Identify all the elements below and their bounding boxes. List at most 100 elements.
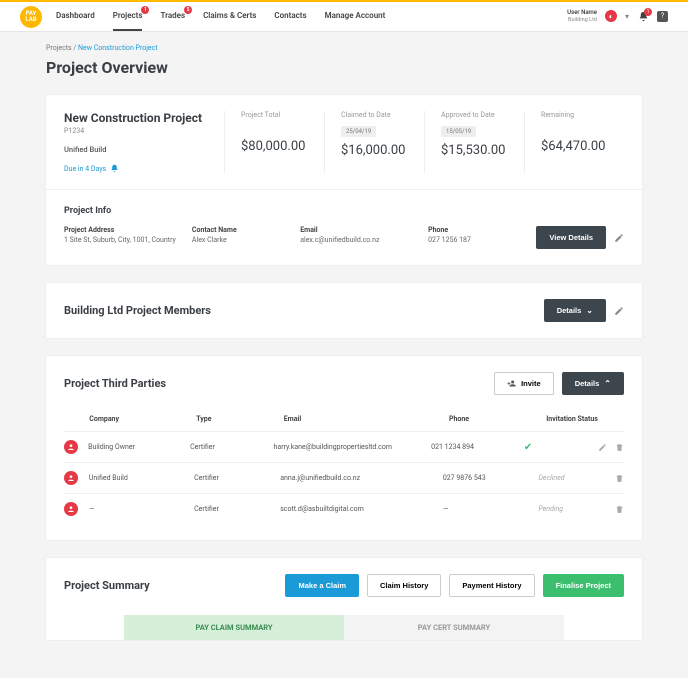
nav-right: User Name Building Ltd ◐ ▾ 1 ? xyxy=(567,10,668,23)
tab-pay-cert[interactable]: PAY CERT SUMMARY xyxy=(344,615,564,640)
invite-label: Invite xyxy=(521,379,541,388)
user-name: User Name xyxy=(567,10,597,17)
make-claim-button[interactable]: Make a Claim xyxy=(285,574,359,597)
metric-approved-label: Approved to Date xyxy=(441,111,508,119)
invite-icon xyxy=(507,379,516,388)
table-row: Building Owner Certifier harry.kane@buil… xyxy=(64,431,624,462)
third-parties-details-button[interactable]: Details ⌃ xyxy=(562,372,624,395)
payment-history-button[interactable]: Payment History xyxy=(449,574,534,597)
row1-type: Certifier xyxy=(194,474,280,482)
breadcrumb-root[interactable]: Projects xyxy=(46,44,72,52)
nav-contacts[interactable]: Contacts xyxy=(274,2,306,31)
person-icon xyxy=(64,502,78,516)
view-details-button[interactable]: View Details xyxy=(536,226,606,249)
metric-remaining-label: Remaining xyxy=(541,111,608,119)
row0-type: Certifier xyxy=(190,443,273,451)
row2-status: Pending xyxy=(538,505,615,513)
brand-logo: PAY LAB xyxy=(20,6,42,28)
project-hero-card: New Construction Project P1234 Unified B… xyxy=(46,95,642,265)
tab-pay-claim[interactable]: PAY CLAIM SUMMARY xyxy=(124,615,344,640)
phone-label: Phone xyxy=(428,226,526,234)
metric-approved: Approved to Date 15/05/19 $15,530.00 xyxy=(424,111,524,173)
breadcrumb: Projects / New Construction Project xyxy=(46,44,642,52)
edit-row-icon[interactable] xyxy=(598,443,607,452)
row2-company: — xyxy=(89,505,194,513)
col-email: Email xyxy=(284,415,449,423)
third-parties-table: Company Type Email Phone Invitation Stat… xyxy=(64,407,624,524)
row2-email: scott.d@asbuiltdigital.com xyxy=(280,505,443,513)
third-parties-card: Project Third Parties Invite Details ⌃ C… xyxy=(46,356,642,540)
row0-phone: 021 1234 894 xyxy=(431,443,524,451)
claim-history-button[interactable]: Claim History xyxy=(367,574,441,597)
row1-phone: 027 9876 543 xyxy=(443,474,539,482)
members-details-button[interactable]: Details ⌄ xyxy=(544,299,606,322)
nav-projects-label: Projects xyxy=(113,11,143,20)
bell-icon xyxy=(110,164,119,173)
project-info-heading: Project Info xyxy=(64,206,624,216)
members-details-label: Details xyxy=(557,306,582,315)
breadcrumb-page[interactable]: New Construction Project xyxy=(78,44,158,52)
metric-claimed: Claimed to Date 25/04/19 $16,000.00 xyxy=(324,111,424,173)
contact-label: Contact Name xyxy=(192,226,290,234)
project-due-text: Due in 4 Days xyxy=(64,165,106,173)
metric-claimed-label: Claimed to Date xyxy=(341,111,408,119)
nav-dashboard[interactable]: Dashboard xyxy=(56,2,95,31)
members-heading: Building Ltd Project Members xyxy=(64,304,211,317)
row1-company: Unified Build xyxy=(89,474,194,482)
project-client: Unified Build xyxy=(64,145,224,154)
help-icon[interactable]: ? xyxy=(657,11,668,22)
metric-total-value: $80,000.00 xyxy=(241,139,308,154)
project-name: New Construction Project xyxy=(64,111,224,125)
nav-claims[interactable]: Claims & Certs xyxy=(203,2,256,31)
nav-projects-badge: 1 xyxy=(141,6,149,14)
invite-button[interactable]: Invite xyxy=(494,372,554,395)
metric-approved-date: 15/05/19 xyxy=(441,126,476,137)
row1-status: Declined xyxy=(538,474,615,482)
user-avatar-icon[interactable]: ◐ xyxy=(605,10,617,22)
nav-manage[interactable]: Manage Account xyxy=(325,2,386,31)
nav-contacts-label: Contacts xyxy=(274,11,306,20)
project-due: Due in 4 Days xyxy=(64,164,224,173)
metric-approved-value: $15,530.00 xyxy=(441,143,508,158)
nav-projects[interactable]: Projects1 xyxy=(113,2,143,31)
top-nav: PAY LAB Dashboard Projects1 Trades5 Clai… xyxy=(0,2,688,32)
col-company: Company xyxy=(89,415,196,423)
delete-row-icon[interactable] xyxy=(615,474,624,483)
address-label: Project Address xyxy=(64,226,182,234)
nav-trades[interactable]: Trades5 xyxy=(160,2,185,31)
address-value: 1 Site St, Suburb, City, 1001, Country xyxy=(64,236,182,245)
user-block[interactable]: User Name Building Ltd xyxy=(567,10,597,23)
metric-claimed-date: 25/04/19 xyxy=(341,126,376,137)
nav-trades-label: Trades xyxy=(160,11,185,20)
edit-members-icon[interactable] xyxy=(614,306,624,316)
metric-total: Project Total $80,000.00 xyxy=(224,111,324,173)
delete-row-icon[interactable] xyxy=(615,443,624,452)
email-label: Email xyxy=(300,226,418,234)
bell-badge: 1 xyxy=(644,8,652,16)
metric-claimed-value: $16,000.00 xyxy=(341,143,408,158)
row2-phone: — xyxy=(443,505,539,513)
person-icon xyxy=(64,471,78,485)
members-card: Building Ltd Project Members Details ⌄ xyxy=(46,283,642,338)
row1-email: anna.j@unifiedbuild.co.nz xyxy=(280,474,443,482)
metric-total-label: Project Total xyxy=(241,111,308,119)
delete-row-icon[interactable] xyxy=(615,505,624,514)
row0-company: Building Owner xyxy=(88,443,190,451)
user-org: Building Ltd xyxy=(567,17,597,23)
metric-remaining-value: $64,470.00 xyxy=(541,139,608,154)
metric-remaining: Remaining $64,470.00 xyxy=(524,111,624,173)
summary-heading: Project Summary xyxy=(64,579,150,592)
col-phone: Phone xyxy=(449,415,546,423)
email-value: alex.c@unifiedbuild.co.nz xyxy=(300,236,418,245)
page-title: Project Overview xyxy=(46,58,642,77)
row2-type: Certifier xyxy=(194,505,280,513)
user-chevron-down-icon[interactable]: ▾ xyxy=(625,12,629,21)
notifications-bell-icon[interactable]: 1 xyxy=(637,10,649,22)
col-status: Invitation Status xyxy=(546,415,624,423)
table-row: Unified Build Certifier anna.j@unifiedbu… xyxy=(64,462,624,493)
edit-project-info-icon[interactable] xyxy=(614,233,624,243)
contact-value: Alex Clarke xyxy=(192,236,290,245)
project-code: P1234 xyxy=(64,127,224,135)
finalise-project-button[interactable]: Finalise Project xyxy=(543,574,624,597)
phone-value: 027 1256 187 xyxy=(428,236,526,245)
